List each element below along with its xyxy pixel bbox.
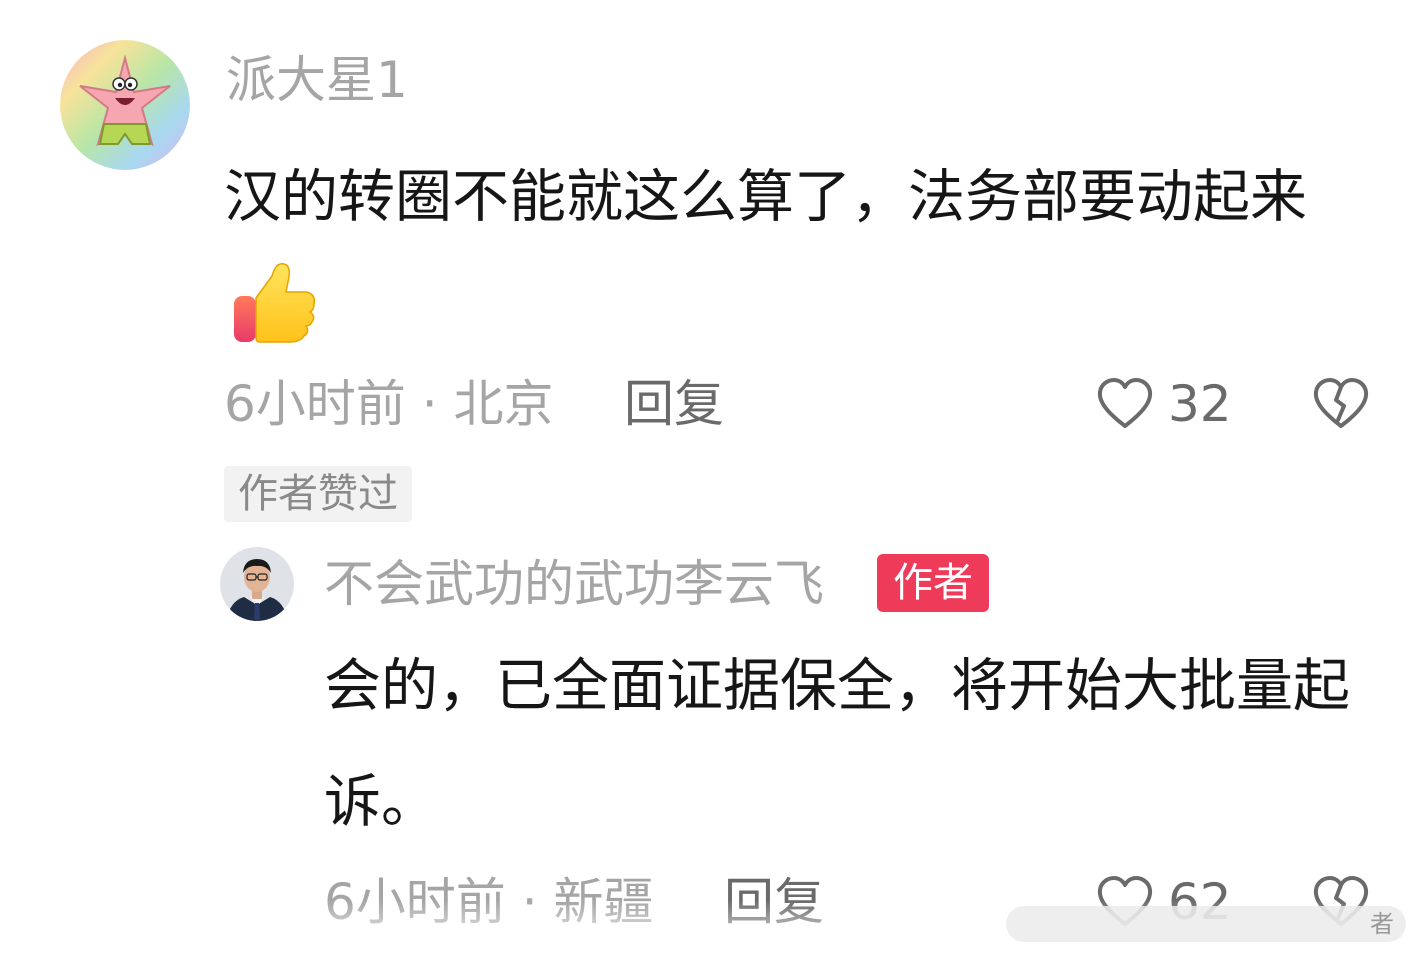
comment-username[interactable]: 派大星1: [226, 48, 408, 112]
reply-username[interactable]: 不会武功的武功李云飞: [324, 552, 824, 616]
watermark: 者: [1006, 906, 1406, 942]
reply-button[interactable]: 回复: [724, 870, 824, 934]
comment-meta: 6小时前 · 北京: [224, 375, 554, 433]
broken-heart-outline-icon[interactable]: [1312, 376, 1370, 432]
comment-thread: 派大星1 汉的转圈不能就这么算了，法务部要动起来 6小时前 · 北京 回复 32: [0, 0, 1426, 958]
patrick-avatar-icon: [60, 40, 190, 170]
comment-text: 汉的转圈不能就这么算了，法务部要动起来: [224, 138, 1384, 376]
reply-text: 会的，已全面证据保全，将开始大批量起诉。: [324, 653, 1350, 835]
person-avatar-icon: [220, 547, 294, 621]
author-liked-tag: 作者赞过: [224, 466, 412, 522]
reply-meta: 6小时前 · 新疆: [324, 873, 654, 931]
reply-button[interactable]: 回复: [624, 372, 724, 436]
avatar[interactable]: [60, 40, 190, 170]
reply-avatar[interactable]: [220, 547, 294, 621]
heart-outline-icon[interactable]: [1096, 376, 1154, 432]
like-count: 32: [1168, 375, 1232, 433]
comment-text-body: 汉的转圈不能就这么算了，法务部要动起来: [224, 164, 1307, 230]
author-badge: 作者: [877, 554, 989, 612]
thumbs-up-icon: [228, 256, 320, 348]
